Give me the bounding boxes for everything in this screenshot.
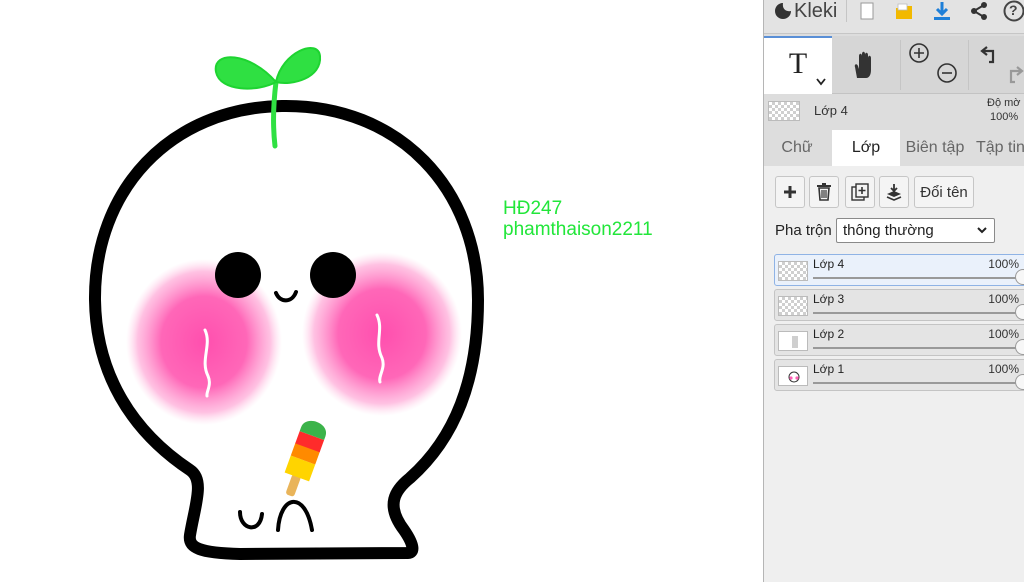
tab-edit-label: Biên tập: [905, 139, 965, 156]
zoom-in-button[interactable]: [904, 38, 934, 68]
layer-thumbnail: [778, 331, 808, 351]
app-logo[interactable]: Kleki: [774, 0, 837, 22]
canvas-text-line-1: HĐ247: [503, 198, 563, 219]
blend-mode-label: Pha trộn: [775, 222, 832, 239]
tab-text-label: Chữ: [781, 139, 813, 156]
text-tool-icon: T: [788, 47, 808, 80]
text-tool-button[interactable]: T: [764, 36, 832, 94]
undo-icon: [980, 46, 995, 64]
tab-text[interactable]: Chữ: [764, 130, 830, 166]
layer-name: Lớp 4: [813, 257, 845, 271]
tab-layers[interactable]: Lớp: [832, 130, 900, 166]
undo-button[interactable]: [976, 40, 1004, 70]
tab-file[interactable]: Tập tin: [972, 130, 1024, 166]
tab-layers-label: Lớp: [851, 139, 881, 156]
new-file-button[interactable]: [856, 0, 878, 22]
share-button[interactable]: [967, 0, 991, 22]
side-panel: Kleki ? T Lớp 4 Độ mờ 100% Chữ Lớp Biên …: [763, 0, 1024, 582]
current-layer-thumbnail: [768, 101, 800, 121]
rename-layer-button[interactable]: Đổi tên: [914, 176, 974, 208]
blend-mode-value: thông thường: [843, 222, 934, 239]
tab-file-label: Tập tin: [976, 139, 1024, 156]
layer-opacity-slider[interactable]: [813, 347, 1023, 349]
layer-opacity-knob[interactable]: [1015, 269, 1024, 285]
layer-opacity-slider[interactable]: [813, 382, 1023, 384]
current-layer-name: Lớp 4: [814, 103, 848, 118]
download-icon: [934, 2, 950, 20]
layer-row-3[interactable]: Lớp 3 100%: [774, 289, 1024, 321]
current-layer-info: Lớp 4 Độ mờ 100%: [764, 95, 1024, 129]
hand-icon: [854, 51, 871, 78]
share-icon: [971, 2, 987, 20]
new-file-icon: [860, 2, 874, 20]
zoom-out-button[interactable]: [932, 58, 962, 88]
save-download-button[interactable]: [930, 0, 954, 22]
toolbar-divider: [846, 0, 847, 22]
layer-name: Lớp 2: [813, 327, 845, 341]
layer-row-2[interactable]: Lớp 2 100%: [774, 324, 1024, 356]
layer-thumbnail: [778, 296, 808, 316]
layers-panel: Đổi tên Pha trộn thông thường Lớp 4 100%…: [764, 166, 1024, 582]
open-file-button[interactable]: [892, 0, 916, 22]
layer-name: Lớp 3: [813, 292, 845, 306]
trash-icon: [817, 183, 831, 201]
sprout-left-leaf: [214, 56, 278, 90]
left-eye: [215, 252, 261, 298]
blend-mode-select[interactable]: thông thường: [836, 218, 995, 243]
chevron-down-icon[interactable]: [816, 78, 826, 86]
layer-opacity: 100%: [988, 327, 1019, 341]
zoom-out-icon: [937, 63, 957, 83]
layer-opacity: 100%: [988, 257, 1019, 271]
right-eye: [310, 252, 356, 298]
rename-label: Đổi tên: [920, 183, 968, 201]
opacity-label: Độ mờ: [987, 97, 1021, 109]
duplicate-layer-button[interactable]: [845, 176, 875, 208]
drawing-canvas[interactable]: HĐ247 phamthaison2211: [0, 0, 763, 582]
help-button[interactable]: ?: [1002, 0, 1024, 22]
layer-opacity-slider[interactable]: [813, 277, 1023, 279]
merge-down-button[interactable]: [879, 176, 909, 208]
panel-tabs: Chữ Lớp Biên tập Tập tin: [764, 130, 1024, 166]
duplicate-icon: [851, 183, 869, 201]
open-folder-icon: [896, 3, 912, 19]
layer-thumbnail: [778, 261, 808, 281]
app-title: Kleki: [794, 0, 838, 22]
character-drawing: [88, 47, 484, 560]
layer-opacity: 100%: [988, 292, 1019, 306]
layer-row-4[interactable]: Lớp 4 100%: [774, 254, 1024, 286]
add-layer-button[interactable]: [775, 176, 805, 208]
layer-opacity-slider[interactable]: [813, 312, 1023, 314]
layer-preview: [792, 336, 798, 348]
sprout-stem: [270, 79, 279, 149]
redo-icon: [1009, 66, 1024, 84]
help-label: ?: [1009, 2, 1018, 18]
tool-divider: [968, 40, 969, 90]
layer-preview: [788, 371, 800, 383]
top-toolbar: Kleki ?: [764, 0, 1024, 34]
tab-edit[interactable]: Biên tập: [900, 130, 970, 166]
hand-tool-button[interactable]: [834, 36, 894, 94]
layer-opacity-knob[interactable]: [1015, 374, 1024, 390]
opacity-value: 100%: [990, 111, 1019, 123]
chevron-down-icon: [977, 227, 987, 234]
tool-row: T: [764, 36, 1024, 94]
layer-opacity-knob[interactable]: [1015, 339, 1024, 355]
layer-thumbnail: [778, 366, 808, 386]
plus-icon: [784, 186, 796, 198]
sprout-right-leaf: [274, 47, 322, 84]
zoom-in-icon: [909, 43, 929, 63]
kleki-logo-icon: [775, 3, 791, 19]
merge-down-icon: [886, 184, 902, 201]
canvas-text-line-2: phamthaison2211: [503, 219, 653, 240]
delete-layer-button[interactable]: [809, 176, 839, 208]
redo-button[interactable]: [1002, 60, 1024, 90]
tool-divider: [900, 40, 901, 90]
layer-row-1[interactable]: Lớp 1 100%: [774, 359, 1024, 391]
layer-name: Lớp 1: [813, 362, 845, 376]
layer-opacity-knob[interactable]: [1015, 304, 1024, 320]
layer-opacity: 100%: [988, 362, 1019, 376]
